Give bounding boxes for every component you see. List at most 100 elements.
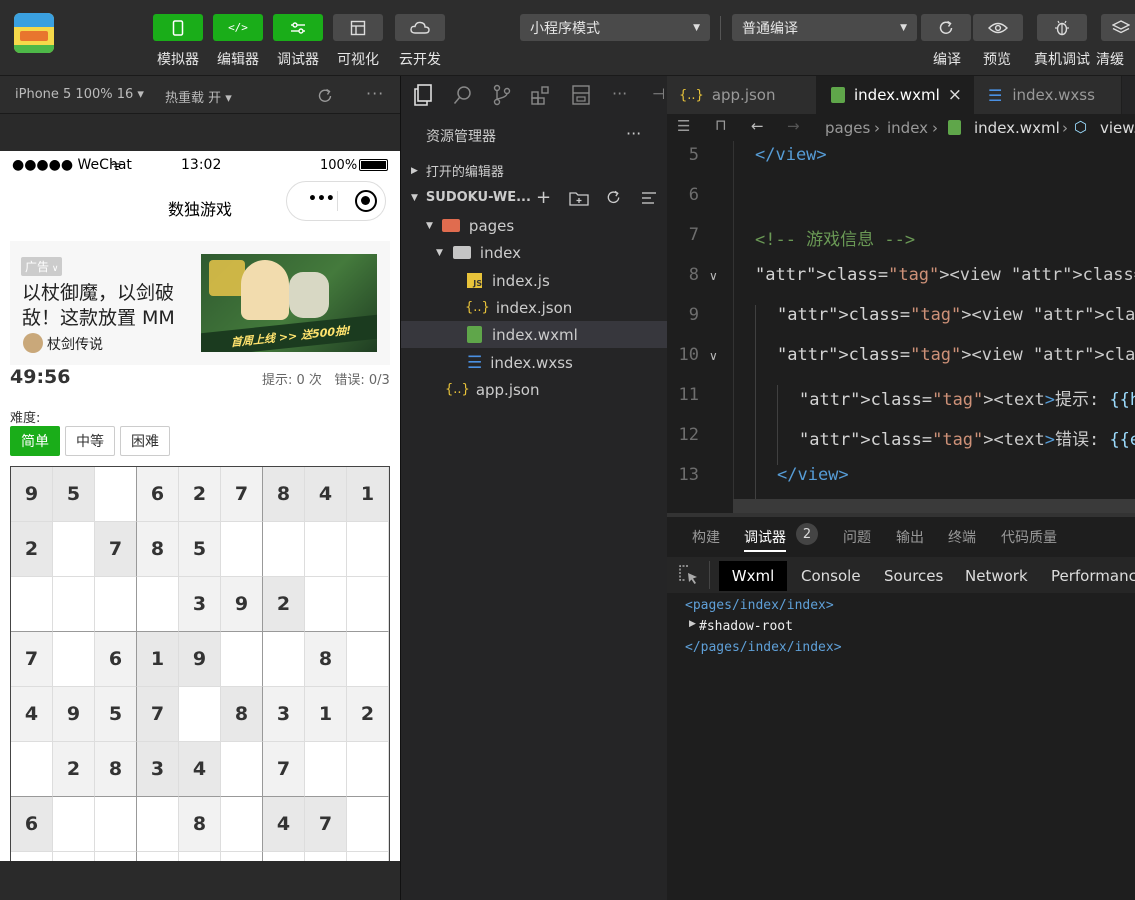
open-editors-section[interactable]: ▶ 打开的编辑器 [401,157,668,184]
sudoku-cell[interactable]: 5 [179,522,221,577]
sudoku-cell[interactable]: 7 [263,742,305,797]
devtab-performance[interactable]: Performance [1051,561,1135,591]
sudoku-cell[interactable]: 3 [137,742,179,797]
refresh-icon[interactable] [605,189,622,206]
sudoku-cell[interactable] [221,632,263,687]
sudoku-cell[interactable]: 1 [347,467,389,522]
devtab-network[interactable]: Network [965,561,1028,591]
sudoku-cell[interactable]: 8 [305,632,347,687]
difficulty-hard-button[interactable]: 困难 [120,426,170,456]
sudoku-cell[interactable] [305,742,347,797]
sudoku-cell[interactable]: 9 [179,632,221,687]
sudoku-cell[interactable]: 1 [137,632,179,687]
sudoku-cell[interactable] [221,852,263,861]
sudoku-cell[interactable] [347,742,389,797]
horizontal-scrollbar[interactable] [733,499,1135,513]
sudoku-cell[interactable] [221,522,263,577]
panel-toggle-icon[interactable]: ⊣ [652,85,665,103]
compile-button[interactable] [921,14,971,41]
dom-node-close[interactable]: </pages/index/index> [685,640,842,655]
sudoku-cell[interactable]: 7 [137,687,179,742]
sudoku-cell[interactable]: 8 [263,467,305,522]
dom-shadow-root[interactable]: #shadow-root [699,619,793,634]
sudoku-cell[interactable]: 5 [53,467,95,522]
sudoku-cell[interactable]: 2 [263,577,305,632]
source-control-icon[interactable] [493,84,511,106]
sudoku-cell[interactable]: 6 [137,467,179,522]
cloud-dev-button[interactable] [395,14,445,41]
sudoku-cell[interactable]: 8 [95,742,137,797]
sudoku-cell[interactable] [11,742,53,797]
devtab-sources[interactable]: Sources [884,561,943,591]
sudoku-cell[interactable] [137,577,179,632]
hot-reload-select[interactable]: 热重载 开 ▾ [165,87,232,106]
list-icon[interactable]: ☰ [677,117,690,135]
sudoku-cell[interactable] [95,852,137,861]
sudoku-cell[interactable] [347,522,389,577]
devtab-console[interactable]: Console [801,561,861,591]
sudoku-cell[interactable] [263,522,305,577]
sudoku-cell[interactable]: 9 [221,577,263,632]
expand-triangle-icon[interactable]: ▶ [689,619,696,629]
sudoku-cell[interactable] [221,797,263,852]
breadcrumb-item[interactable]: index [887,119,928,137]
tree-item-index-json[interactable]: {..} index.json [401,294,668,321]
ad-banner[interactable]: 广告 ∨ 以杖御魔，以剑破敌！这款放置 MM 杖剑传说 首周上线 >> 送500… [10,241,390,365]
sudoku-cell[interactable]: 8 [221,687,263,742]
tab-code-quality[interactable]: 代码质量 [1001,527,1057,547]
tab-output[interactable]: 输出 [896,527,924,547]
debugger-toggle-button[interactable] [273,14,323,41]
fold-chevron-icon[interactable]: ∨ [709,269,718,283]
reload-icon[interactable] [316,87,334,105]
bookmark-icon[interactable]: ⊓ [715,116,727,134]
sudoku-cell[interactable] [263,852,305,861]
sudoku-cell[interactable] [53,522,95,577]
sudoku-cell[interactable] [11,852,53,861]
tab-terminal[interactable]: 终端 [948,527,976,547]
sudoku-cell[interactable]: 8 [137,522,179,577]
tab-app-json[interactable]: {..} app.json [667,76,817,114]
preview-button[interactable] [973,14,1023,41]
mode-select[interactable]: 小程序模式 ▼ [520,14,710,41]
back-arrow-icon[interactable]: ← [751,117,764,135]
tree-item-index-wxml[interactable]: index.wxml [401,321,668,348]
remote-debug-button[interactable] [1037,14,1087,41]
more-icon[interactable]: ··· [366,84,384,103]
sudoku-cell[interactable] [221,742,263,797]
sudoku-cell[interactable] [53,797,95,852]
simulator-toggle-button[interactable] [153,14,203,41]
sudoku-cell[interactable]: 2 [347,687,389,742]
sudoku-cell[interactable]: 1 [305,687,347,742]
difficulty-medium-button[interactable]: 中等 [65,426,115,456]
sudoku-cell[interactable]: 2 [53,742,95,797]
sudoku-cell[interactable] [179,852,221,861]
more-icon[interactable]: ··· [612,84,627,103]
breadcrumb-item[interactable]: view. [1100,119,1135,137]
sudoku-cell[interactable] [347,797,389,852]
close-target-icon[interactable] [355,190,377,212]
breadcrumb-item[interactable]: index.wxml [974,119,1060,137]
sudoku-cell[interactable]: 3 [179,577,221,632]
sudoku-cell[interactable]: 4 [179,742,221,797]
new-file-icon[interactable]: + [536,187,551,208]
sudoku-cell[interactable]: 7 [305,797,347,852]
sudoku-cell[interactable] [95,577,137,632]
breadcrumb-item[interactable]: pages [825,119,870,137]
difficulty-easy-button[interactable]: 简单 [10,426,60,456]
sudoku-cell[interactable] [11,577,53,632]
tab-index-wxml[interactable]: index.wxml × [817,76,974,114]
new-folder-icon[interactable] [569,190,589,206]
tree-item-index-wxss[interactable]: ☰ index.wxss [401,349,668,376]
tree-item-index-js[interactable]: JS index.js [401,267,668,294]
tab-debugger[interactable]: 调试器 [744,527,786,552]
compile-select[interactable]: 普通编译 ▼ [732,14,917,41]
device-select[interactable]: iPhone 5 100% 16 ▾ [15,87,144,102]
sudoku-cell[interactable] [179,687,221,742]
ad-image[interactable]: 首周上线 >> 送500抽! [201,254,377,352]
sudoku-cell[interactable] [305,577,347,632]
tab-problems[interactable]: 问题 [843,527,871,547]
sudoku-cell[interactable]: 4 [11,687,53,742]
sudoku-cell[interactable]: 8 [179,797,221,852]
sudoku-cell[interactable]: 6 [95,632,137,687]
sudoku-cell[interactable] [305,522,347,577]
